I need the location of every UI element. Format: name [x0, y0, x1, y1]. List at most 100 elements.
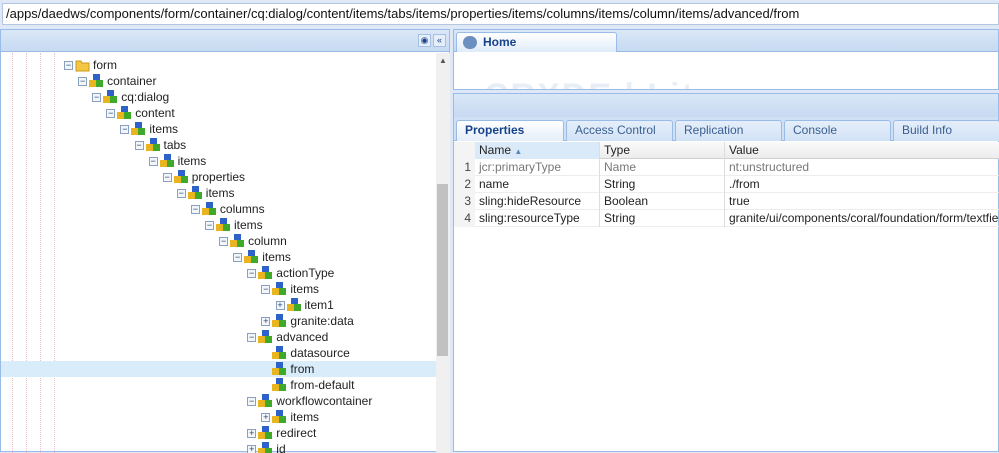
properties-grid: Name ▲ Type Value 1 jcr:primaryType Name nt…: [454, 142, 999, 227]
expand-icon[interactable]: +: [275, 301, 285, 310]
tree-node-label: from-default: [290, 378, 355, 392]
table-row[interactable]: 3 sling:hideResource Boolean true: [454, 193, 999, 210]
collapse-icon[interactable]: −: [92, 93, 102, 102]
tree-node[interactable]: + redirect: [1, 425, 436, 441]
tree-node[interactable]: − items: [1, 153, 436, 169]
node-icon: [258, 266, 273, 280]
tree-node-label: properties: [191, 170, 246, 184]
content-tree: − form − container − cq:dialog − content − items −…: [1, 53, 436, 453]
tree-node[interactable]: − form: [1, 57, 436, 73]
tab-home[interactable]: Home: [456, 32, 617, 53]
tree-node[interactable]: − content: [1, 105, 436, 121]
main-tabstrip: Home: [453, 29, 999, 53]
tree-node[interactable]: + granite:data: [1, 313, 436, 329]
node-icon: [103, 90, 118, 104]
tree-node[interactable]: from: [1, 361, 436, 377]
tree-node[interactable]: − cq:dialog: [1, 89, 436, 105]
tab-access-control[interactable]: Access Control: [566, 120, 673, 141]
tree-node[interactable]: − items: [1, 281, 436, 297]
node-icon: [272, 314, 287, 328]
table-row[interactable]: 4 sling:resourceType String granite/ui/comp…: [454, 210, 999, 227]
property-name: sling:resourceType: [475, 210, 600, 227]
tree-node[interactable]: − items: [1, 249, 436, 265]
collapse-icon[interactable]: −: [233, 253, 243, 262]
tree-node-label: columns: [219, 202, 265, 216]
table-row[interactable]: 1 jcr:primaryType Name nt:unstructured: [454, 159, 999, 176]
collapse-icon[interactable]: −: [219, 237, 229, 246]
tree-node[interactable]: + id: [1, 441, 436, 453]
tree-node[interactable]: − advanced: [1, 329, 436, 345]
scroll-up-arrow-icon[interactable]: ▲: [439, 56, 447, 65]
tab-home-label: Home: [483, 35, 517, 49]
collapse-icon[interactable]: −: [176, 189, 186, 198]
collapse-icon[interactable]: −: [134, 141, 144, 150]
table-row[interactable]: 2 name String ./from: [454, 176, 999, 193]
node-icon: [145, 138, 161, 152]
properties-panel: Properties Access Control Replication Conso…: [453, 93, 999, 452]
property-type: Name: [600, 159, 725, 176]
collapse-icon[interactable]: −: [148, 157, 158, 166]
properties-tabs: Properties Access Control Replication Conso…: [454, 117, 999, 141]
tree-node[interactable]: − container: [1, 73, 436, 89]
collapse-icon[interactable]: −: [261, 285, 271, 294]
property-type: String: [600, 210, 725, 227]
scrollbar-thumb[interactable]: [437, 184, 448, 356]
tree-scrollbar[interactable]: ▲: [436, 53, 450, 453]
tab-replication[interactable]: Replication: [675, 120, 782, 141]
tree-node[interactable]: − items: [1, 185, 436, 201]
expand-icon[interactable]: +: [261, 317, 271, 326]
tree-node[interactable]: − column: [1, 233, 436, 249]
tree-node-label: content: [135, 106, 175, 120]
path-input[interactable]: /apps/daedws/components/form/container/c…: [2, 3, 999, 25]
collapse-icon[interactable]: −: [205, 221, 214, 230]
node-icon: [272, 362, 287, 376]
collapse-icon[interactable]: −: [78, 77, 88, 86]
tree-node[interactable]: − properties: [1, 169, 436, 185]
tree-panel-header: ◉ «: [1, 30, 449, 52]
row-number-header: [454, 142, 475, 159]
tree-node-label: form: [93, 58, 117, 72]
double-chevron-left-icon[interactable]: «: [433, 34, 446, 47]
tab-properties[interactable]: Properties: [456, 120, 564, 141]
expand-icon[interactable]: +: [261, 413, 271, 422]
node-icon: [89, 74, 104, 88]
sort-asc-icon: ▲: [514, 147, 523, 156]
tree-node[interactable]: + item1: [1, 297, 436, 313]
expand-icon[interactable]: +: [247, 429, 257, 438]
tree-node[interactable]: − actionType: [1, 265, 436, 281]
tree-node[interactable]: datasource: [1, 345, 436, 361]
tree-node-label: items: [234, 218, 263, 232]
tab-build-info[interactable]: Build Info: [893, 120, 999, 141]
tree-node[interactable]: + items: [1, 409, 436, 425]
node-icon: [286, 298, 302, 312]
collapse-icon[interactable]: −: [162, 173, 172, 182]
collapse-icon[interactable]: −: [64, 61, 73, 70]
tree-node[interactable]: − tabs: [1, 137, 436, 153]
column-header-type[interactable]: Type: [600, 142, 725, 159]
collapse-icon[interactable]: −: [120, 125, 130, 134]
tree-node-label: items: [149, 122, 179, 136]
tree-node-label: id: [276, 442, 286, 453]
collapse-icon[interactable]: −: [247, 269, 257, 278]
property-value: nt:unstructured: [729, 160, 810, 174]
tab-console[interactable]: Console: [784, 120, 891, 141]
collapse-icon[interactable]: −: [247, 333, 257, 342]
tree-node[interactable]: − workflowcontainer: [1, 393, 436, 409]
tree-node[interactable]: − columns: [1, 201, 436, 217]
binoculars-icon[interactable]: ◉: [418, 34, 431, 47]
collapse-icon[interactable]: −: [106, 109, 116, 118]
column-header-name[interactable]: Name ▲: [475, 142, 600, 159]
tree-panel: ◉ « − form − container − cq:dialog − content − it…: [0, 29, 450, 453]
tree-node-label: redirect: [276, 426, 317, 440]
home-icon: [463, 36, 477, 49]
column-header-value[interactable]: Value: [725, 142, 999, 159]
collapse-icon[interactable]: −: [247, 397, 257, 406]
tree-node-label: column: [248, 234, 287, 248]
property-name: name: [475, 176, 600, 193]
tree-node[interactable]: − items: [1, 217, 436, 233]
tree-node[interactable]: − items: [1, 121, 436, 137]
tree-node-label: items: [205, 186, 235, 200]
tree-node[interactable]: from-default: [1, 377, 436, 393]
node-icon: [258, 330, 273, 344]
collapse-icon[interactable]: −: [190, 205, 200, 214]
